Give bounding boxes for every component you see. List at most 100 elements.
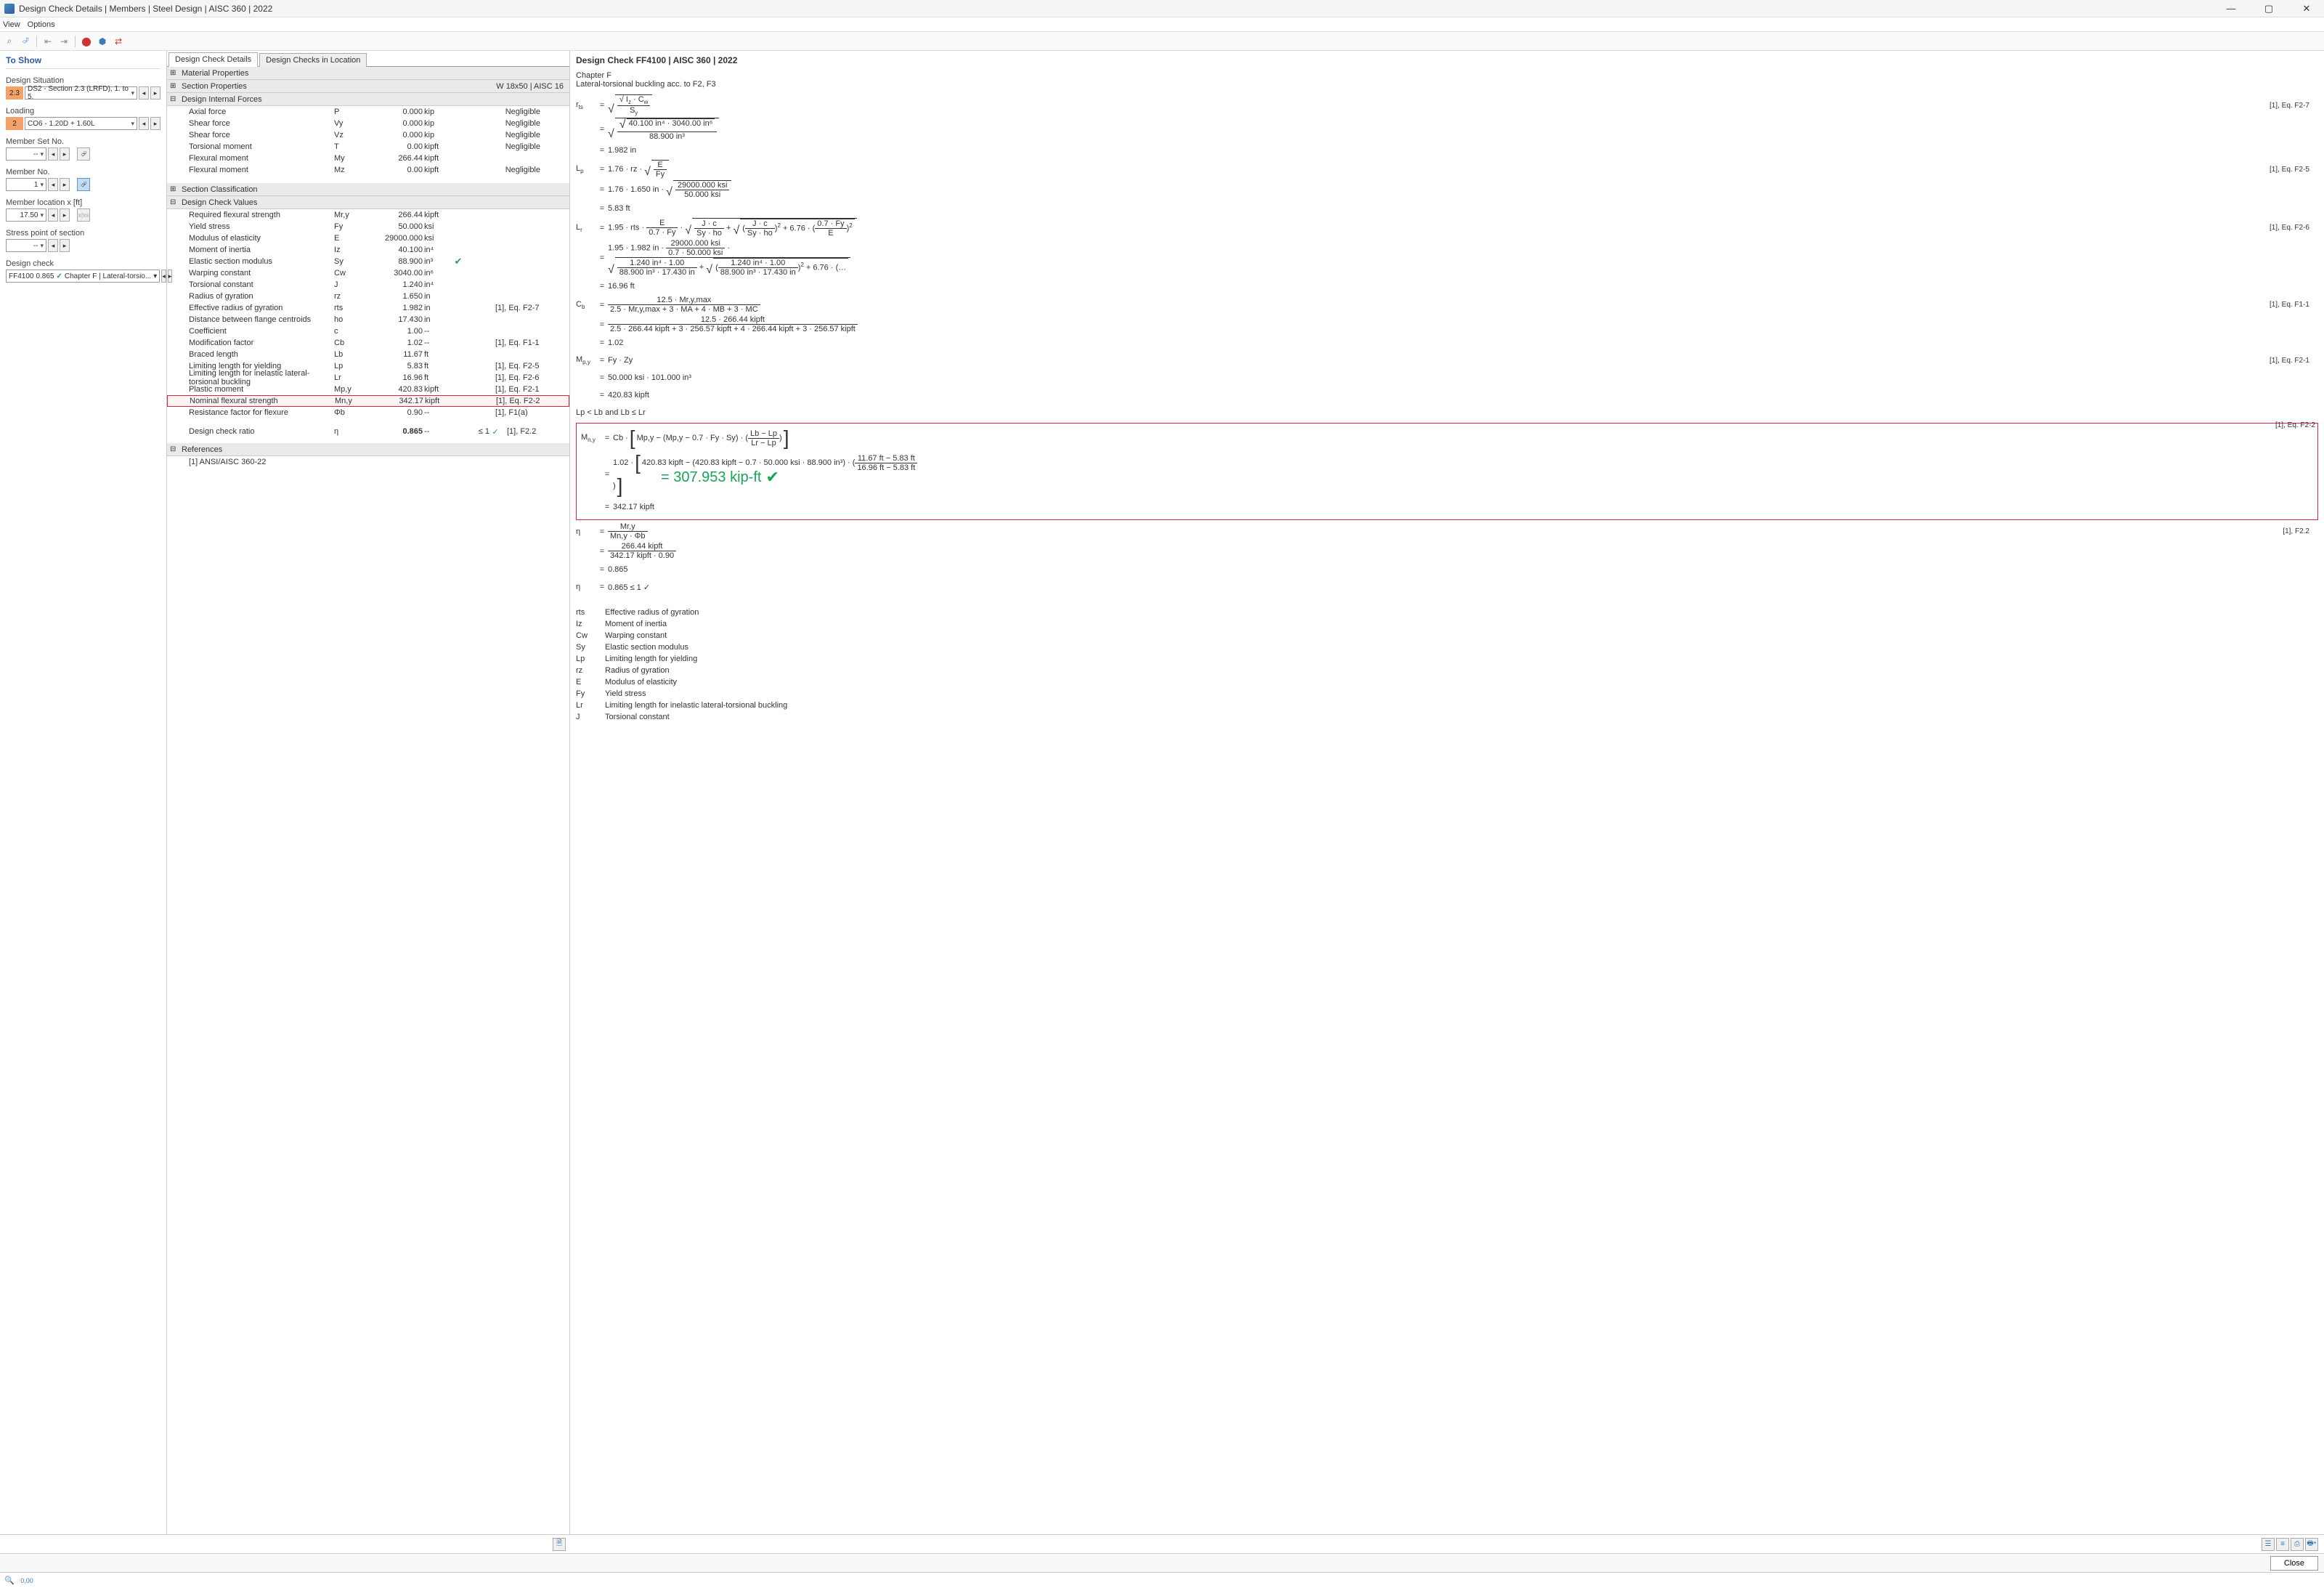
- close-bar: Close: [0, 1553, 2324, 1572]
- maximize-button[interactable]: ▢: [2256, 2, 2282, 15]
- toggle-class-icon[interactable]: ⊞: [170, 185, 177, 194]
- stress-next-button[interactable]: ▸: [60, 239, 70, 252]
- tool-arrows-icon[interactable]: ⇄: [112, 35, 125, 48]
- left-panel: To Show Design Situation 2.3 DS2 - Secti…: [0, 51, 167, 1534]
- status-bar: 🔍 0,00: [0, 1572, 2324, 1588]
- stress-input[interactable]: -- ▾: [6, 239, 46, 252]
- member-set-label: Member Set No.: [6, 137, 161, 146]
- rp-tool-3-icon[interactable]: ⎙: [2291, 1538, 2304, 1551]
- section-class: Section Classification: [182, 185, 258, 194]
- toggle-refs-icon[interactable]: ⊟: [170, 445, 177, 454]
- data-row: Shear forceVz0.000kipNegligible: [167, 129, 569, 141]
- data-row: Modulus of elasticityE29000.000ksi: [167, 232, 569, 244]
- mset-pick-icon[interactable]: ⮰: [77, 147, 90, 161]
- rp-print-icon[interactable]: 🖶▾: [2305, 1538, 2318, 1551]
- rp-tool-1-icon[interactable]: ☰: [2262, 1538, 2275, 1551]
- glossary-row: SyElastic section modulus: [576, 641, 2318, 653]
- tab-location[interactable]: Design Checks in Location: [259, 53, 367, 67]
- load-prev-button[interactable]: ◂: [139, 117, 149, 130]
- data-row: Warping constantCw3040.00in⁶: [167, 267, 569, 279]
- close-button[interactable]: Close: [2270, 1556, 2318, 1571]
- tool-search-icon[interactable]: ⌕: [3, 35, 16, 48]
- data-row: Resistance factor for flexureΦb0.90--[1]…: [167, 407, 569, 418]
- data-row: Axial forceP0.000kipNegligible: [167, 106, 569, 118]
- data-row: Elastic section modulusSy88.900in³✔: [167, 256, 569, 267]
- loading-label: Loading: [6, 107, 161, 116]
- mset-prev-button[interactable]: ◂: [48, 147, 58, 161]
- check-ok-icon: ✓: [57, 272, 62, 280]
- center-panel: Design Check Details Design Checks in Lo…: [167, 51, 570, 1534]
- right-panel: Design Check FF4100 | AISC 360 | 2022 Ch…: [570, 51, 2324, 1534]
- toggle-mat-icon[interactable]: ⊞: [170, 69, 177, 78]
- ratio-row: Design check ratio η 0.865 -- ≤ 1 ✓ [1],…: [167, 426, 569, 437]
- data-row: Torsional constantJ1.240in⁴: [167, 279, 569, 291]
- data-row: Nominal flexural strengthMn,y342.17kipft…: [167, 395, 569, 407]
- glossary-row: rtsEffective radius of gyration: [576, 607, 2318, 618]
- tab-details[interactable]: Design Check Details: [168, 52, 258, 67]
- rp-title: Design Check FF4100 | AISC 360 | 2022: [576, 55, 2318, 65]
- menu-view[interactable]: View: [3, 20, 20, 29]
- design-situation-select[interactable]: DS2 - Section 2.3 (LRFD), 1. to 5.▾: [25, 86, 137, 100]
- data-row: Coefficientc1.00--: [167, 325, 569, 337]
- mno-pick-icon[interactable]: ⮰: [77, 178, 90, 191]
- condition: Lp < Lb and Lb ≤ Lr: [576, 408, 881, 417]
- menu-bar: View Options: [0, 17, 2324, 32]
- rp-tool-2-icon[interactable]: ≡: [2276, 1538, 2289, 1551]
- title-bar: Design Check Details | Members | Steel D…: [0, 0, 2324, 17]
- mloc-next-button[interactable]: ▸: [60, 208, 70, 222]
- glossary-row: LrLimiting length for inelastic lateral-…: [576, 700, 2318, 711]
- member-loc-input[interactable]: 17.50▾: [6, 208, 46, 222]
- toggle-vals-icon[interactable]: ⊟: [170, 198, 177, 207]
- toggle-secprop-icon[interactable]: ⊞: [170, 82, 177, 91]
- data-row: Flexural momentMy266.44kipft: [167, 153, 569, 164]
- ds-next-button[interactable]: ▸: [150, 86, 161, 100]
- mno-next-button[interactable]: ▸: [60, 178, 70, 191]
- export-section-icon[interactable]: 🗎: [553, 1538, 566, 1551]
- tool-prev-icon[interactable]: ⇤: [41, 35, 54, 48]
- data-row: Distance between flange centroidsho17.43…: [167, 314, 569, 325]
- data-row: Torsional momentT0.00kipftNegligible: [167, 141, 569, 153]
- glossary-row: IzMoment of inertia: [576, 618, 2318, 630]
- result-annotation: = 307.953 kip-ft✔: [661, 468, 779, 487]
- data-row: Flexural momentMz0.00kipftNegligible: [167, 164, 569, 176]
- design-check-select[interactable]: FF4100 0.865 ✓ Chapter F | Lateral-torsi…: [6, 270, 160, 283]
- tool-cursor-icon[interactable]: ⮰: [19, 35, 32, 48]
- design-check-label: Design check: [6, 259, 161, 268]
- glossary-row: rzRadius of gyration: [576, 665, 2318, 676]
- status-units-icon[interactable]: 0,00: [20, 1575, 33, 1587]
- mno-prev-button[interactable]: ◂: [48, 178, 58, 191]
- close-window-button[interactable]: ✕: [2293, 2, 2320, 15]
- loading-select[interactable]: CO6 - 1.20D + 1.60L▾: [25, 117, 137, 130]
- glossary-row: FyYield stress: [576, 688, 2318, 700]
- glossary-row: CwWarping constant: [576, 630, 2318, 641]
- member-no-label: Member No.: [6, 168, 161, 177]
- mloc-dim-icon[interactable]: x|xs: [77, 208, 90, 222]
- tool-next-icon[interactable]: ⇥: [57, 35, 70, 48]
- left-header: To Show: [6, 55, 161, 69]
- member-no-input[interactable]: 1▾: [6, 178, 46, 191]
- check-large-icon: ✔: [765, 468, 779, 487]
- menu-options[interactable]: Options: [28, 20, 55, 29]
- toggle-dif-icon[interactable]: ⊟: [170, 95, 177, 104]
- tool-render-icon[interactable]: ⬢: [96, 35, 109, 48]
- mloc-prev-button[interactable]: ◂: [48, 208, 58, 222]
- window-title: Design Check Details | Members | Steel D…: [19, 4, 2218, 14]
- loading-badge: 2: [6, 117, 23, 130]
- status-search-icon[interactable]: 🔍: [3, 1575, 16, 1587]
- rp-sub: Lateral-torsional buckling acc. to F2, F…: [576, 80, 2318, 89]
- data-row: Yield stressFy50.000ksi: [167, 221, 569, 232]
- glossary-row: LpLimiting length for yielding: [576, 653, 2318, 665]
- minimize-button[interactable]: —: [2218, 2, 2244, 15]
- load-next-button[interactable]: ▸: [150, 117, 161, 130]
- stress-prev-button[interactable]: ◂: [48, 239, 58, 252]
- ds-prev-button[interactable]: ◂: [139, 86, 149, 100]
- section-dif: Design Internal Forces: [182, 95, 262, 104]
- glossary-row: EModulus of elasticity: [576, 676, 2318, 688]
- mset-next-button[interactable]: ▸: [60, 147, 70, 161]
- data-row: Effective radius of gyrationrts1.982in[1…: [167, 302, 569, 314]
- data-row: Required flexural strengthMr,y266.44kipf…: [167, 209, 569, 221]
- member-set-input[interactable]: -- ▾: [6, 147, 46, 161]
- data-row: Limiting length for inelastic lateral-to…: [167, 372, 569, 384]
- dc-prev-button[interactable]: ◂: [161, 270, 166, 283]
- tool-palette-icon[interactable]: ⬤: [80, 35, 93, 48]
